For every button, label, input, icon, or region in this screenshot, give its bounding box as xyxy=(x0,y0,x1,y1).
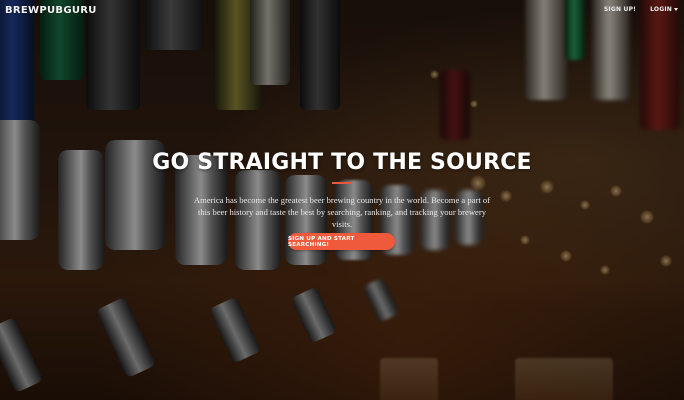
login-dropdown[interactable]: LOGIN xyxy=(650,6,678,13)
signup-cta-button[interactable]: SIGN UP AND START SEARCHING! xyxy=(288,233,395,250)
login-label: LOGIN xyxy=(650,6,672,13)
chevron-down-icon xyxy=(674,8,678,11)
hero-description: America has become the greatest beer bre… xyxy=(193,195,491,229)
title-divider xyxy=(332,182,352,184)
site-logo[interactable]: BREWPUBGURU xyxy=(5,5,97,16)
landing-page: BREWPUBGURU SIGN UP! LOGIN GO STRAIGHT T… xyxy=(0,0,684,400)
signup-link[interactable]: SIGN UP! xyxy=(604,6,636,13)
top-nav: SIGN UP! LOGIN xyxy=(604,6,678,13)
hero-title: GO STRAIGHT TO THE SOURCE xyxy=(152,150,532,175)
